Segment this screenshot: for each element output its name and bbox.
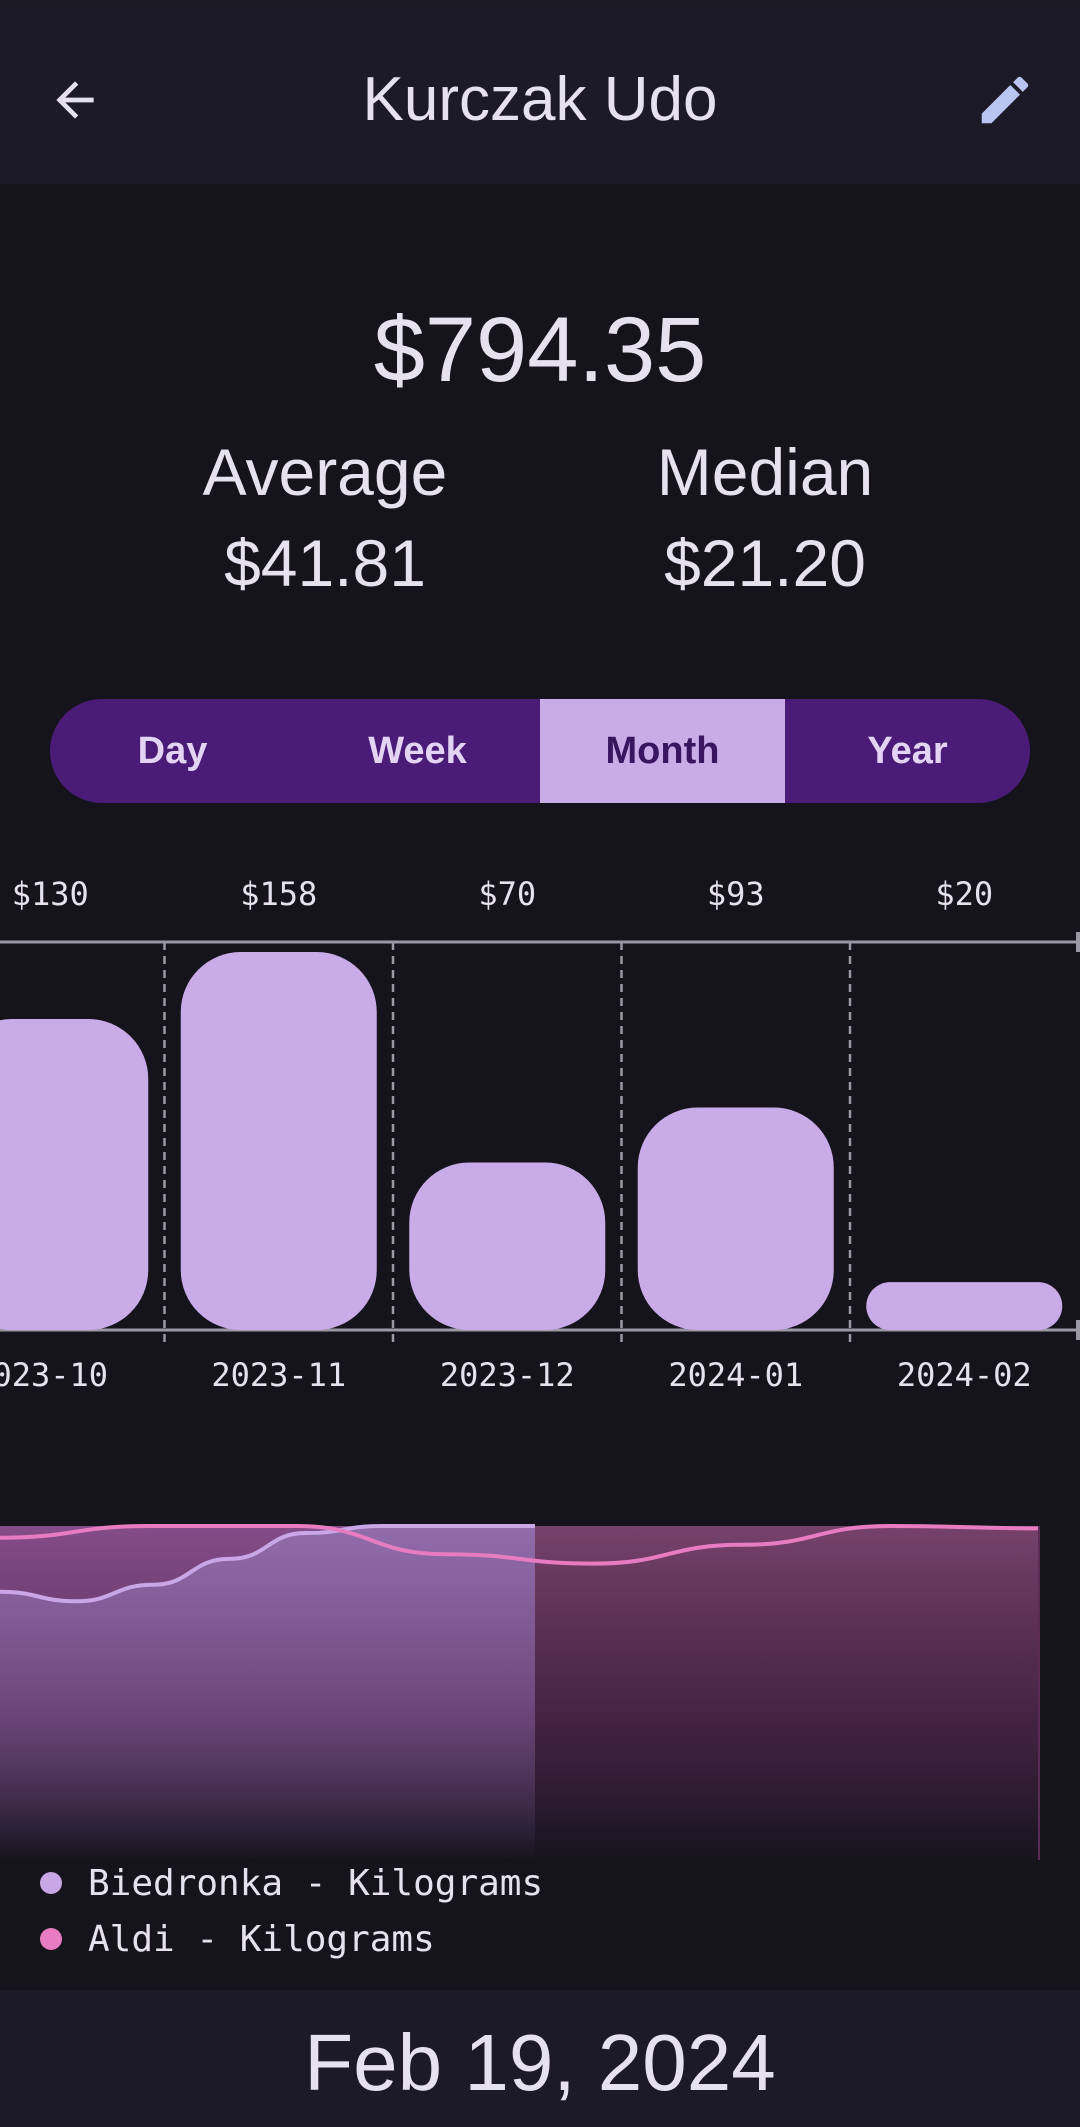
average-stat: Average $41.81 xyxy=(165,432,485,608)
period-day[interactable]: Day xyxy=(50,699,295,803)
average-value: $41.81 xyxy=(224,526,426,600)
bar xyxy=(409,1162,606,1330)
bar-value-label: $158 xyxy=(240,875,317,913)
median-stat: Median $21.20 xyxy=(605,432,925,608)
bar-value-label: $20 xyxy=(935,875,993,913)
status-bar xyxy=(0,0,1080,8)
bar-value-label: $70 xyxy=(478,875,536,913)
period-selector: Day Week Month Year xyxy=(50,699,1030,803)
legend-item-biedronka: Biedronka - Kilograms xyxy=(40,1855,543,1911)
bar-category-label: 2024-02 xyxy=(897,1356,1032,1394)
total-amount: $794.35 xyxy=(373,299,707,401)
median-value: $21.20 xyxy=(664,526,866,600)
bar-category-label: 2023-11 xyxy=(211,1356,346,1394)
bar-category-label: 2023-12 xyxy=(440,1356,575,1394)
back-button[interactable] xyxy=(30,60,120,140)
area-chart xyxy=(0,1480,1080,1860)
edit-button[interactable] xyxy=(960,60,1050,140)
area-chart-svg xyxy=(0,1523,1040,1860)
legend-label-aldi: Aldi - Kilograms xyxy=(88,1918,435,1960)
legend-item-aldi: Aldi - Kilograms xyxy=(40,1911,543,1967)
period-month[interactable]: Month xyxy=(540,699,785,803)
legend-dot-biedronka xyxy=(40,1872,62,1894)
bar xyxy=(180,952,377,1330)
bar-value-label: $93 xyxy=(707,875,765,913)
area-fill-right xyxy=(535,1526,1039,1860)
average-label: Average xyxy=(202,435,448,509)
median-label: Median xyxy=(656,435,874,509)
legend-dot-aldi xyxy=(40,1928,62,1950)
bar-category-label: 2024-01 xyxy=(668,1356,803,1394)
arrow-back-icon xyxy=(56,81,94,119)
period-week[interactable]: Week xyxy=(295,699,540,803)
chart-legend: Biedronka - Kilograms Aldi - Kilograms xyxy=(40,1855,543,1967)
period-year[interactable]: Year xyxy=(785,699,1030,803)
pencil-icon xyxy=(981,76,1029,124)
selected-date[interactable]: Feb 19, 2024 xyxy=(0,2018,1080,2108)
bar xyxy=(866,1282,1063,1330)
bar xyxy=(637,1107,834,1330)
monthly-bar-chart: $130 023-10 $158 2023-11 $70 2023-12 $93 2024-0… xyxy=(0,860,1080,1420)
bar-category-label: 023-10 xyxy=(0,1356,108,1394)
bar-chart-svg: $130 023-10 $158 2023-11 $70 2023-12 $93 2024-0… xyxy=(0,875,1080,1394)
bar xyxy=(0,1019,149,1330)
legend-label-biedronka: Biedronka - Kilograms xyxy=(88,1862,544,1904)
bar-value-label: $130 xyxy=(12,875,89,913)
page-title: Kurczak Udo xyxy=(362,65,718,134)
